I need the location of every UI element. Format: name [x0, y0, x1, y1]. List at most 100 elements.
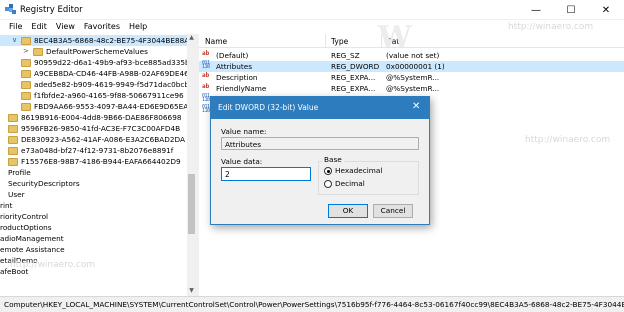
tree-item[interactable]: 90959d22-d6a1-49b9-af93-bce885ad335b [0, 57, 195, 68]
value-data-input[interactable] [221, 167, 311, 181]
status-bar-path: Computer\HKEY_LOCAL_MACHINE\SYSTEM\Curre… [0, 296, 624, 312]
watermark-text: http://winaero.com [508, 22, 594, 32]
tree-item-remote-assistance[interactable]: emote Assistance [0, 244, 195, 255]
tree-item-label: DefaultPowerSchemeValues [46, 47, 148, 56]
ok-button[interactable]: OK [328, 204, 368, 218]
value-type: REG_EXPA... [331, 73, 376, 82]
column-header-name[interactable]: Name [205, 37, 227, 46]
dialog-title-bar[interactable]: Edit DWORD (32-bit) Value ✕ [211, 97, 429, 119]
tree-item[interactable]: f1fbfde2-a960-4165-9f88-50667911ce96 [0, 90, 195, 101]
tree-item-label: roductOptions [0, 223, 52, 232]
menu-favorites[interactable]: Favorites [80, 20, 125, 34]
menu-file[interactable]: File [5, 20, 27, 34]
list-row-description[interactable]: ab Description REG_EXPA... @%SystemR... [199, 72, 624, 83]
base-group-label: Base [322, 155, 344, 164]
maximize-button[interactable]: ☐ [553, 0, 589, 20]
scroll-up-arrow-icon[interactable]: ▲ [187, 34, 196, 43]
edit-dword-dialog: Edit DWORD (32-bit) Value ✕ Value name: … [210, 96, 430, 225]
folder-icon [21, 81, 31, 89]
tree-item-profile[interactable]: Profile [0, 167, 195, 178]
folder-icon [21, 70, 31, 78]
registry-tree[interactable]: ∨ 8EC4B3A5-6868-48c2-BE75-4F3044BE88A7 >… [0, 34, 195, 296]
close-button[interactable]: ✕ [588, 0, 624, 20]
tree-item-label: adioManagement [0, 234, 64, 243]
string-value-icon: ab [202, 83, 210, 90]
menu-view[interactable]: View [52, 20, 80, 34]
tree-item-radiomanagement[interactable]: adioManagement [0, 233, 195, 244]
value-data-label: Value data: [221, 157, 263, 166]
window-title: Registry Editor [20, 5, 83, 15]
column-divider[interactable] [325, 34, 326, 48]
value-type: REG_DWORD [331, 62, 380, 71]
tree-item-user[interactable]: User [0, 189, 195, 200]
tree-item-label: User [8, 190, 25, 199]
tree-item-label: f1fbfde2-a960-4165-9f88-50667911ce96 [34, 91, 184, 100]
tree-item-label: aded5e82-b909-4619-9949-f5d71dac0bcb [34, 80, 190, 89]
scroll-down-arrow-icon[interactable]: ▼ [187, 287, 196, 296]
value-name: Description [216, 73, 258, 82]
minimize-button[interactable]: — [518, 0, 554, 20]
tree-item[interactable]: A9CEB8DA-CD46-44FB-A98B-02AF69DE4623 [0, 68, 195, 79]
folder-icon [8, 125, 18, 133]
hexadecimal-radio[interactable] [324, 167, 332, 175]
tree-item-label: FBD9AA66-9553-4097-BA44-ED6E9D65EAB8 [34, 102, 195, 111]
folder-icon [33, 48, 43, 56]
chevron-down-icon[interactable]: ∨ [12, 35, 17, 46]
tree-item[interactable]: 8619B916-E004-4dd8-9B66-DAE86F806698 [0, 112, 195, 123]
tree-item[interactable]: DE830923-A562-41AF-A086-E3A2C6BAD2DA [0, 134, 195, 145]
tree-item-label: Profile [8, 168, 31, 177]
folder-open-icon [21, 37, 31, 45]
folder-icon [21, 92, 31, 100]
watermark-text: http://winaero.com [525, 135, 611, 145]
value-data: @%SystemR... [386, 84, 440, 93]
value-name-label: Value name: [221, 127, 267, 136]
tree-item-selected-key[interactable]: ∨ 8EC4B3A5-6868-48c2-BE75-4F3044BE88A7 [0, 35, 195, 46]
folder-icon [21, 59, 31, 67]
string-value-icon: ab [202, 50, 210, 57]
watermark-logo: W [378, 20, 412, 55]
watermark-text: http://winaero.com [10, 260, 96, 270]
folder-icon [8, 147, 18, 155]
menu-help[interactable]: Help [125, 20, 152, 34]
cancel-button[interactable]: Cancel [373, 204, 413, 218]
value-data: @%SystemR... [386, 73, 440, 82]
tree-item-label: DE830923-A562-41AF-A086-E3A2C6BAD2DA [21, 135, 185, 144]
value-type: REG_EXPA... [331, 84, 376, 93]
registry-editor-icon [5, 4, 16, 14]
tree-item[interactable]: 9596FB26-9850-41fd-AC3E-F7C3C00AFD4B [0, 123, 195, 134]
list-row-attributes[interactable]: 011 110 Attributes REG_DWORD 0x00000001 (… [199, 61, 624, 72]
tree-item-defaultpowerschemevalues[interactable]: > DefaultPowerSchemeValues [0, 46, 195, 57]
tree-item[interactable]: FBD9AA66-9553-4097-BA44-ED6E9D65EAB8 [0, 101, 195, 112]
tree-item-prioritycontrol[interactable]: riorityControl [0, 211, 195, 222]
tree-item-productoptions[interactable]: roductOptions [0, 222, 195, 233]
value-name: FriendlyName [216, 84, 267, 93]
dword-value-icon: 011 110 [202, 60, 210, 70]
tree-item-label: 90959d22-d6a1-49b9-af93-bce885ad335b [34, 58, 190, 67]
list-row-friendlyname[interactable]: ab FriendlyName REG_EXPA... @%SystemR... [199, 83, 624, 94]
tree-item-label: 8EC4B3A5-6868-48c2-BE75-4F3044BE88A7 [34, 36, 194, 45]
tree-item-label: emote Assistance [0, 245, 65, 254]
menu-edit[interactable]: Edit [27, 20, 52, 34]
tree-item[interactable]: F15576E8-98B7-4186-B944-EAFA664402D9 [0, 156, 195, 167]
folder-icon [8, 136, 18, 144]
tree-item-label: SecurityDescriptors [8, 179, 80, 188]
hexadecimal-label[interactable]: Hexadecimal [335, 166, 382, 175]
tree-item[interactable]: aded5e82-b909-4619-9949-f5d71dac0bcb [0, 79, 195, 90]
value-name: (Default) [216, 51, 249, 60]
column-header-type[interactable]: Type [331, 37, 348, 46]
close-icon[interactable]: ✕ [412, 101, 420, 112]
decimal-label[interactable]: Decimal [335, 179, 365, 188]
scroll-thumb[interactable] [188, 174, 195, 234]
tree-item-label: 9596FB26-9850-41fd-AC3E-F7C3C00AFD4B [21, 124, 181, 133]
folder-icon [21, 103, 31, 111]
tree-item-label: A9CEB8DA-CD46-44FB-A98B-02AF69DE4623 [34, 69, 195, 78]
decimal-radio[interactable] [324, 180, 332, 188]
folder-icon [8, 158, 18, 166]
dialog-body: Value name: Attributes Value data: Base … [211, 119, 429, 224]
tree-item-label: rint [0, 201, 13, 210]
tree-item[interactable]: e73a048d-bf27-4f12-9731-8b2076e8891f [0, 145, 195, 156]
tree-item-securitydescriptors[interactable]: SecurityDescriptors [0, 178, 195, 189]
tree-item-print[interactable]: rint [0, 200, 195, 211]
tree-scrollbar[interactable]: ▲ ▼ [187, 34, 196, 296]
chevron-right-icon[interactable]: > [23, 46, 29, 57]
